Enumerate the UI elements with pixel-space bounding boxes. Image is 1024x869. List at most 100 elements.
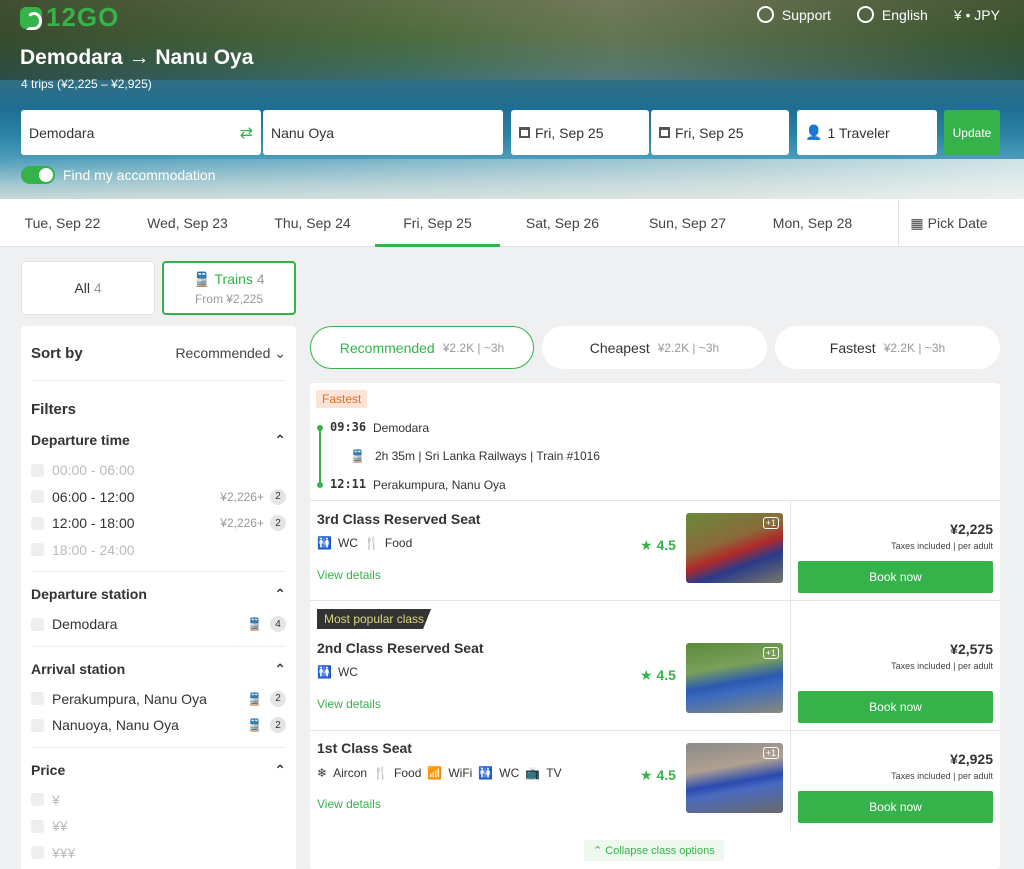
train-photo[interactable]: +1 [686,643,783,713]
sort-by-row[interactable]: Sort by Recommended ⌄ [31,326,286,381]
photo-more-count: +1 [762,747,779,759]
mode-all-label: All [74,280,90,296]
pick-date-button[interactable]: ▦ Pick Date [898,199,999,247]
tax-note: Taxes included | per adult [891,771,993,781]
to-field[interactable]: Nanu Oya [263,110,503,155]
mode-all-card[interactable]: All 4 [21,261,155,315]
accommodation-toggle-row: Find my accommodation [21,166,216,184]
depart-date-field[interactable]: Fri, Sep 25 [511,110,649,155]
filter-option[interactable]: Perakumpura, Nanu Oya 🚆 2 [31,686,286,713]
food-icon: 🍴 [373,766,389,780]
checkbox[interactable] [31,793,44,807]
checkbox[interactable] [31,718,44,732]
mode-trains-label: Trains [214,270,253,287]
arrival-station-title: Arrival station [31,660,126,677]
star-icon: ★ [640,537,653,553]
photo-more-count: +1 [762,517,779,529]
mode-trains-from: From ¥2,225 [194,291,264,306]
train-icon: 🚆 [350,449,365,463]
date-tab[interactable]: Tue, Sep 22 [0,199,125,247]
option-label: Perakumpura, Nanu Oya [52,690,207,707]
amenity-label: WC [499,766,520,780]
accommodation-label: Find my accommodation [63,167,216,183]
return-date-field[interactable]: Fri, Sep 25 [651,110,789,155]
chevron-up-icon: ⌃ [593,845,603,857]
filter-option[interactable]: ¥¥¥ [31,840,286,867]
calendar-icon [519,127,530,138]
swap-icon[interactable]: ⇄ [240,123,253,143]
arrive-station: Perakumpura, Nanu Oya [373,478,506,492]
calendar-icon: ▦ [910,214,924,231]
filter-option[interactable]: Demodara 🚆 4 [31,611,286,638]
from-field[interactable]: Demodara ⇄ [21,110,261,155]
depart-time: 09:36 [330,420,367,434]
date-tab[interactable]: Sun, Sep 27 [625,199,750,247]
date-tab[interactable]: Mon, Sep 28 [750,199,875,247]
update-button[interactable]: Update [944,110,1000,155]
book-now-button[interactable]: Book now [798,561,993,593]
train-photo[interactable]: +1 [686,513,783,583]
filter-option[interactable]: 18:00 - 24:00 [31,537,286,564]
language-selector[interactable]: English [856,6,928,23]
currency-selector[interactable]: ¥ • JPY [954,7,1000,23]
checkbox[interactable] [31,617,44,631]
depart-date-value: Fri, Sep 25 [535,124,604,141]
checkbox[interactable] [31,819,44,833]
date-tab[interactable]: Wed, Sep 23 [125,199,250,247]
chevron-up-icon[interactable]: ⌃ [274,586,286,603]
collapse-class-options-button[interactable]: ⌃ Collapse class options [584,840,724,861]
checkbox[interactable] [31,543,44,557]
operator-row: 🚆 2h 35m | Sri Lanka Railways | Train #1… [350,449,600,463]
view-details-link[interactable]: View details [317,697,381,711]
wc-icon: 🚻 [317,536,332,550]
train-photo[interactable]: +1 [686,743,783,813]
filter-option[interactable]: 00:00 - 06:00 [31,457,286,484]
checkbox[interactable] [31,692,44,706]
mode-trains-card[interactable]: 🚆 Trains 4 From ¥2,225 [162,261,296,315]
option-label: Nanuoya, Nanu Oya [52,717,179,734]
class-row: Most popular class 2nd Class Reserved Se… [310,600,1000,730]
filter-option[interactable]: ¥ [31,787,286,814]
logo[interactable]: 12GO [20,2,119,33]
operator-info: 2h 35m | Sri Lanka Railways | Train #101… [374,449,600,463]
filter-option[interactable]: ¥¥ [31,813,286,840]
checkbox[interactable] [31,463,44,477]
sort-fastest-pill[interactable]: Fastest ¥2.2K | ~3h [775,326,1000,369]
amenities: 🚻 WC 🍴 Food [317,536,412,550]
wifi-icon: 📶 [427,766,443,780]
checkbox[interactable] [31,490,44,504]
filter-option[interactable]: 12:00 - 18:00 ¥2,226+ 2 [31,510,286,537]
support-link[interactable]: Support [756,6,831,23]
star-icon: ★ [640,667,653,683]
support-label: Support [781,6,831,23]
filters-heading: Filters [31,401,77,418]
rating: ★ 4.5 [640,537,676,554]
sort-cheapest-pill[interactable]: Cheapest ¥2.2K | ~3h [542,326,767,369]
checkbox[interactable] [31,846,44,860]
chevron-up-icon[interactable]: ⌃ [274,432,286,449]
chevron-up-icon[interactable]: ⌃ [274,762,286,779]
view-details-link[interactable]: View details [317,568,381,582]
date-tab[interactable]: Sat, Sep 26 [500,199,625,247]
to-value: Nanu Oya [271,124,335,141]
book-now-button[interactable]: Book now [798,791,993,823]
date-tab[interactable]: Thu, Sep 24 [250,199,375,247]
chevron-up-icon[interactable]: ⌃ [274,661,286,678]
checkbox[interactable] [31,516,44,530]
amenity-label: Aircon [333,766,368,780]
accommodation-toggle[interactable] [21,166,55,184]
book-now-button[interactable]: Book now [798,691,993,723]
amenity-label: Food [394,766,422,780]
rating-value: 4.5 [656,767,676,783]
filter-option[interactable]: Nanuoya, Nanu Oya 🚆 2 [31,712,286,739]
food-icon: 🍴 [363,536,379,550]
date-tab-active[interactable]: Fri, Sep 25 [375,199,500,247]
traveler-field[interactable]: 👤 1 Traveler [797,110,937,155]
sort-recommended-pill[interactable]: Recommended ¥2.2K | ~3h [310,326,534,369]
chevron-down-icon: ⌄ [274,344,286,361]
view-details-link[interactable]: View details [317,797,381,811]
train-icon: 🚆 [247,718,262,733]
logo-text: 12GO [46,2,120,32]
filter-option[interactable]: 06:00 - 12:00 ¥2,226+ 2 [31,484,286,511]
tax-note: Taxes included | per adult [891,541,993,551]
